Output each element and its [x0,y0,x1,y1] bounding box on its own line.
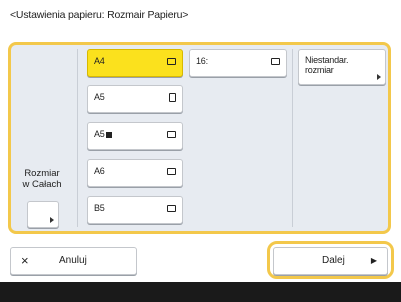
play-arrow-icon [50,217,54,223]
cancel-label: Anuluj [59,255,87,266]
size-a4-button[interactable]: A4 [87,49,183,77]
custom-size-line2: rozmiar [305,65,334,75]
landscape-paper-icon [167,168,176,175]
custom-size-label: Niestandar. rozmiar [305,55,349,75]
play-arrow-icon [377,74,381,80]
cancel-button[interactable]: × Anuluj [10,247,137,275]
size-label: B5 [94,203,105,213]
size-a6-button[interactable]: A6 [87,159,183,187]
auto-size-label-line2: w Całach [22,179,62,190]
size-a5-landscape-button[interactable]: A5 [87,122,183,150]
panel-divider [77,49,78,227]
panel-divider [292,49,293,227]
page-title: <Ustawienia papieru: Rozmair Papieru> [10,9,189,21]
auto-size-label: Rozmiar w Całach [21,168,63,190]
size-label: A4 [94,56,105,66]
marker-icon [105,131,112,138]
size-label: 16: [196,56,208,66]
size-16k-button[interactable]: 16: [189,49,287,77]
play-arrow-icon: ▶ [370,256,377,265]
portrait-paper-icon [169,93,176,102]
auto-size-button[interactable] [27,201,59,228]
size-label: A6 [94,166,105,176]
size-label: A5 [94,129,112,139]
size-label-text: A5 [94,129,105,139]
landscape-paper-icon [167,205,176,212]
auto-size-label-line1: Rozmiar [24,168,60,179]
next-label: Dalej [322,255,345,266]
landscape-paper-icon [167,58,176,65]
paper-size-panel: Rozmiar w Całach A4 A5 A5 A6 B5 16: Nies… [8,42,391,234]
next-button[interactable]: Dalej ▶ [273,247,388,275]
custom-size-button[interactable]: Niestandar. rozmiar [298,49,386,85]
footer-bar [0,282,401,302]
size-label: A5 [94,92,105,102]
size-b5-button[interactable]: B5 [87,196,183,224]
landscape-paper-icon [271,58,280,65]
size-a5-portrait-button[interactable]: A5 [87,85,183,113]
close-icon: × [21,253,29,268]
custom-size-line1: Niestandar. [305,55,349,65]
landscape-paper-icon [167,131,176,138]
